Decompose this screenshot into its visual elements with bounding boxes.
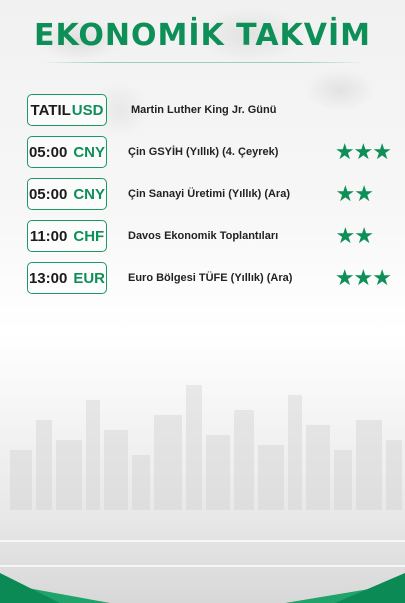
event-currency: CHF bbox=[73, 227, 105, 245]
event-row: 05:00 CNY Çin GSYİH (Yıllık) (4. Çeyrek)… bbox=[0, 136, 405, 170]
time-currency-badge: 11:00 CHF bbox=[27, 220, 107, 252]
event-time: 13:00 bbox=[28, 269, 68, 287]
event-name: Euro Bölgesi TÜFE (Yıllık) (Ara) bbox=[128, 272, 293, 284]
time-currency-badge: TATIL USD bbox=[27, 94, 107, 126]
event-currency: CNY bbox=[73, 143, 106, 161]
event-time: TATIL bbox=[30, 101, 71, 119]
event-time: 05:00 bbox=[28, 185, 68, 203]
time-currency-badge: 05:00 CNY bbox=[27, 136, 107, 168]
corner-decoration-left-dark bbox=[0, 573, 60, 603]
importance-stars: ★★★ bbox=[334, 265, 392, 290]
event-currency: CNY bbox=[73, 185, 106, 203]
event-row: 11:00 CHF Davos Ekonomik Toplantıları ★★ bbox=[0, 220, 405, 254]
event-name: Martin Luther King Jr. Günü bbox=[131, 104, 277, 116]
time-currency-badge: 13:00 EUR bbox=[27, 262, 107, 294]
event-name: Davos Ekonomik Toplantıları bbox=[128, 230, 279, 242]
event-name: Çin GSYİH (Yıllık) (4. Çeyrek) bbox=[128, 146, 279, 158]
event-currency: EUR bbox=[73, 269, 106, 287]
event-row: 13:00 EUR Euro Bölgesi TÜFE (Yıllık) (Ar… bbox=[0, 262, 405, 296]
event-row: TATIL USD Martin Luther King Jr. Günü bbox=[0, 94, 405, 128]
corner-decoration-right-dark bbox=[335, 573, 405, 603]
event-name: Çin Sanayi Üretimi (Yıllık) (Ara) bbox=[128, 188, 290, 200]
event-currency: USD bbox=[71, 101, 104, 119]
event-time: 11:00 bbox=[29, 227, 68, 245]
city-skyline-background bbox=[0, 360, 405, 510]
importance-stars: ★★ bbox=[335, 181, 374, 206]
event-time: 05:00 bbox=[28, 143, 68, 161]
importance-stars: ★★ bbox=[335, 223, 374, 248]
importance-stars: ★★★ bbox=[334, 139, 392, 164]
title-divider bbox=[40, 62, 365, 63]
event-row: 05:00 CNY Çin Sanayi Üretimi (Yıllık) (A… bbox=[0, 178, 405, 212]
page-title: EKONOMİK TAKVİM bbox=[33, 18, 372, 53]
time-currency-badge: 05:00 CNY bbox=[27, 178, 107, 210]
